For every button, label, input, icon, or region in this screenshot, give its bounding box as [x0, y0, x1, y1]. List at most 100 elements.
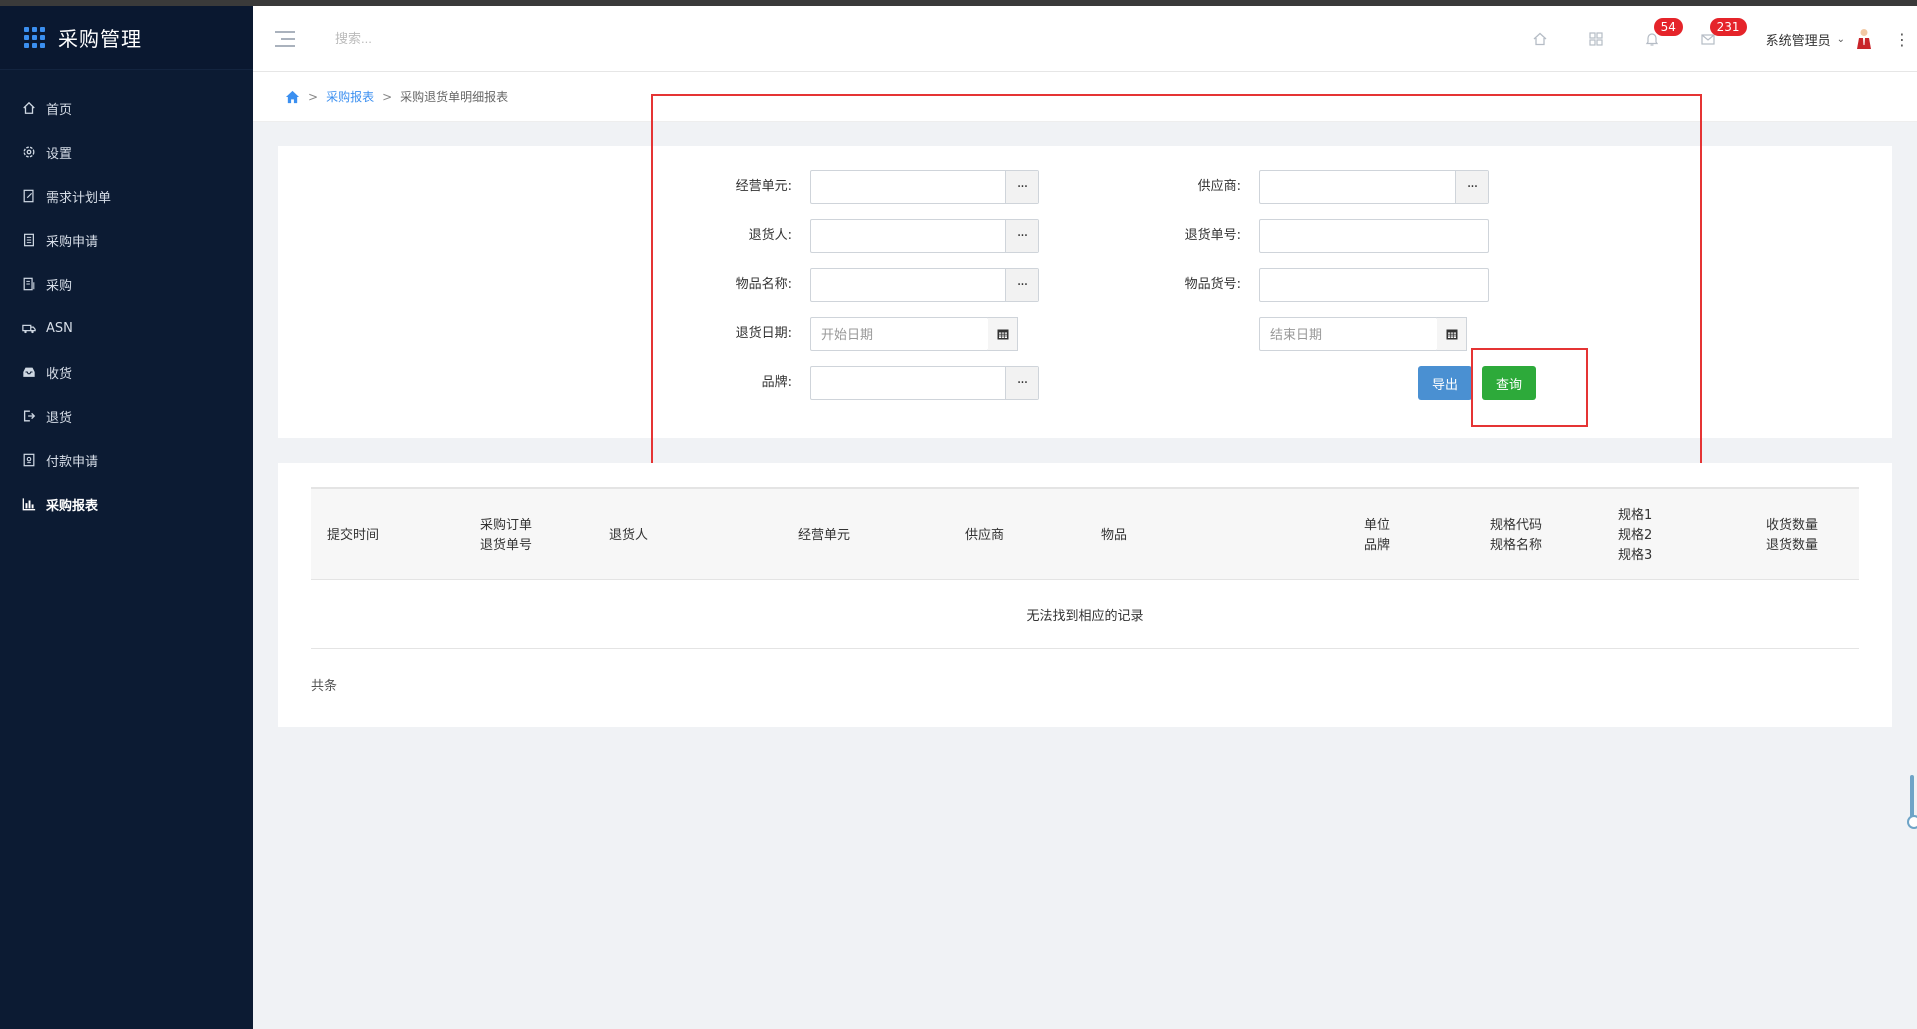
- sidebar: 采购管理 首页 设置 需求计划单 采购申请 采购 ASN 收货 退货 付款申请 …: [0, 6, 253, 1029]
- avatar: [1857, 29, 1871, 49]
- return-no-input[interactable]: [1260, 220, 1488, 252]
- table-header: 提交时间 采购订单 退货单号 退货人 经营单元 供应商 物品 单位 品牌 规格代码规…: [311, 487, 1859, 580]
- sidebar-item-label: 采购报表: [46, 498, 99, 514]
- return-no-field: [1259, 219, 1489, 253]
- sidebar-item-asn[interactable]: ASN: [0, 306, 253, 350]
- item-code-field: [1259, 268, 1489, 302]
- query-button[interactable]: 查询: [1482, 366, 1536, 400]
- sidebar-item-purchase-request[interactable]: 采购申请: [0, 218, 253, 262]
- business-unit-picker-button[interactable]: ···: [1005, 171, 1038, 203]
- returner-field: ···: [810, 219, 1039, 253]
- menu-toggle-icon[interactable]: [275, 30, 295, 47]
- grid-icon: [1588, 32, 1603, 46]
- column-header[interactable]: 规格1 规格2 规格3: [1618, 489, 1652, 582]
- end-date-field: [1259, 317, 1438, 351]
- column-header[interactable]: 单位 品牌: [1364, 489, 1390, 582]
- column-header[interactable]: 物品: [1101, 489, 1127, 582]
- notifications-button[interactable]: 54: [1624, 6, 1683, 72]
- sidebar-item-label: 采购申请: [46, 234, 99, 250]
- sidebar-item-settings[interactable]: 设置: [0, 130, 253, 174]
- brand-label: 品牌:: [761, 375, 792, 390]
- column-header[interactable]: 提交时间: [327, 489, 379, 582]
- business-unit-label: 经营单元:: [735, 179, 792, 194]
- grid-menu-icon: [24, 26, 46, 49]
- truck-icon: [22, 321, 36, 335]
- item-name-label: 物品名称:: [735, 277, 792, 292]
- item-code-input[interactable]: [1260, 269, 1488, 301]
- more-vertical-icon[interactable]: ⋮: [1887, 6, 1917, 72]
- item-name-picker-button[interactable]: ···: [1005, 269, 1038, 301]
- bar-chart-icon: [22, 497, 36, 511]
- business-unit-input[interactable]: [811, 171, 1005, 203]
- end-date-input[interactable]: [1260, 318, 1437, 350]
- sidebar-item-label: 收货: [46, 366, 73, 382]
- sidebar-item-label: 首页: [46, 102, 73, 118]
- messages-badge: 231: [1709, 18, 1747, 36]
- sidebar-item-return[interactable]: 退货: [0, 394, 253, 438]
- sidebar-item-home[interactable]: 首页: [0, 86, 253, 130]
- empty-state-row: 无法找到相应的记录: [311, 580, 1859, 649]
- user-menu[interactable]: 系统管理员 ⌄: [1766, 28, 1873, 50]
- supplier-picker-button[interactable]: ···: [1455, 171, 1488, 203]
- column-header[interactable]: 供应商: [965, 489, 1004, 582]
- end-date-calendar-button[interactable]: [1437, 317, 1467, 351]
- notifications-badge: 54: [1653, 18, 1683, 36]
- inbox-icon: [22, 365, 36, 379]
- return-no-label: 退货单号:: [1184, 228, 1241, 243]
- column-header[interactable]: 收货数量 退货数量: [1766, 489, 1818, 582]
- top-header: 54 231 系统管理员 ⌄ ⋮: [253, 6, 1917, 72]
- sidebar-item-label: 设置: [46, 146, 73, 162]
- breadcrumb-separator: >: [382, 89, 393, 104]
- breadcrumb-separator: >: [308, 89, 319, 104]
- breadcrumb: > 采购报表 > 采购退货单明细报表: [253, 72, 1917, 122]
- sidebar-nav: 首页 设置 需求计划单 采购申请 采购 ASN 收货 退货 付款申请 采购报表: [0, 70, 253, 526]
- calendar-icon: [997, 329, 1008, 340]
- column-header[interactable]: 采购订单 退货单号: [480, 489, 532, 582]
- sidebar-item-label: 需求计划单: [46, 190, 112, 206]
- sidebar-item-label: ASN: [46, 320, 73, 336]
- start-date-field: [810, 317, 989, 351]
- start-date-calendar-button[interactable]: [988, 317, 1018, 351]
- messages-button[interactable]: 231: [1680, 6, 1747, 72]
- column-header[interactable]: 经营单元: [798, 489, 850, 582]
- sidebar-item-purchase[interactable]: 采购: [0, 262, 253, 306]
- payment-doc-icon: [22, 453, 36, 467]
- header-actions: 54 231 系统管理员 ⌄ ⋮: [1512, 6, 1917, 72]
- app-title: 采购管理: [58, 27, 142, 51]
- brand[interactable]: 采购管理: [0, 6, 253, 70]
- chevron-down-icon: ⌄: [1836, 33, 1845, 45]
- brand-field: ···: [810, 366, 1039, 400]
- column-header[interactable]: 退货人: [609, 489, 648, 582]
- edit-doc-icon: [22, 189, 36, 203]
- sidebar-item-payment-request[interactable]: 付款申请: [0, 438, 253, 482]
- start-date-input[interactable]: [811, 318, 988, 350]
- scroll-indicator[interactable]: [1907, 775, 1917, 829]
- results-table-panel: 提交时间 采购订单 退货单号 退货人 经营单元 供应商 物品 单位 品牌 规格代码规…: [278, 463, 1892, 727]
- home-icon: [1533, 32, 1547, 46]
- breadcrumb-parent-link[interactable]: 采购报表: [326, 88, 374, 105]
- brand-input[interactable]: [811, 367, 1005, 399]
- sidebar-item-demand-plan[interactable]: 需求计划单: [0, 174, 253, 218]
- search-input[interactable]: [335, 31, 535, 46]
- sidebar-item-purchase-report[interactable]: 采购报表: [0, 482, 253, 526]
- home-button[interactable]: [1512, 6, 1568, 72]
- breadcrumb-current: 采购退货单明细报表: [400, 90, 509, 104]
- user-name: 系统管理员: [1765, 33, 1831, 49]
- brand-picker-button[interactable]: ···: [1005, 367, 1038, 399]
- export-button[interactable]: 导出: [1418, 366, 1472, 400]
- item-name-field: ···: [810, 268, 1039, 302]
- doc-icon: [22, 233, 36, 247]
- supplier-input[interactable]: [1260, 171, 1455, 203]
- returner-input[interactable]: [811, 220, 1005, 252]
- returner-picker-button[interactable]: ···: [1005, 220, 1038, 252]
- supplier-field: ···: [1259, 170, 1489, 204]
- apps-button[interactable]: [1568, 6, 1624, 72]
- column-header[interactable]: 规格代码 规格名称: [1490, 489, 1542, 582]
- supplier-label: 供应商:: [1197, 179, 1241, 194]
- home-icon: [22, 101, 36, 115]
- sidebar-item-label: 采购: [46, 278, 73, 294]
- home-icon[interactable]: [285, 90, 300, 104]
- item-name-input[interactable]: [811, 269, 1005, 301]
- total-count: 共条: [311, 679, 338, 694]
- sidebar-item-receiving[interactable]: 收货: [0, 350, 253, 394]
